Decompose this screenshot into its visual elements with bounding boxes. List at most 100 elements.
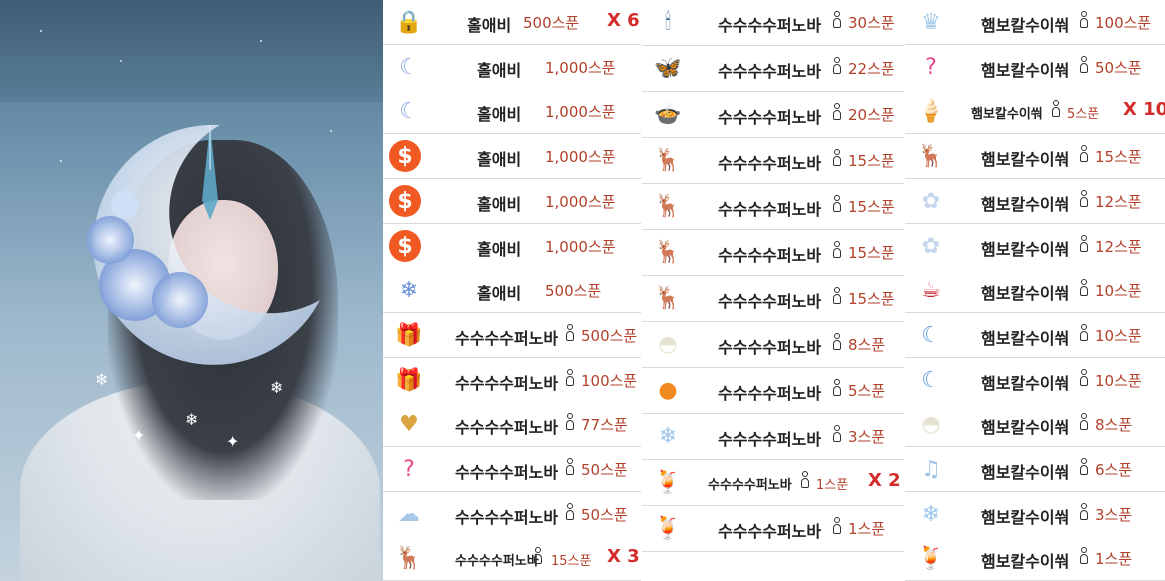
snowflake-icon: ❄ <box>270 378 284 397</box>
dumpling-icon: ◓ <box>658 331 678 357</box>
gift-row: 🕯 수수수수퍼노바 30스푼 <box>642 0 904 46</box>
sender-name: 수수수수퍼노바 <box>455 374 559 393</box>
user-icon <box>1079 413 1089 431</box>
sender-name: 수수수수퍼노바 <box>718 384 822 403</box>
sender-name: 홀애비 <box>477 61 522 80</box>
sender-name: 수수수수퍼노바 <box>455 329 559 348</box>
spoon-amount: 1,000스푼 <box>545 103 616 121</box>
question-mark-icon: ? <box>403 456 415 482</box>
user-icon <box>832 287 842 305</box>
spoon-amount: 12스푼 <box>1095 193 1142 211</box>
multiplier-badge: X 10 <box>1123 99 1165 120</box>
spoon-amount: 30스푼 <box>848 14 895 32</box>
gift-row: 🦌 햄보칼수이쒀 15스푼 <box>905 134 1165 179</box>
gift-row: ❄ 수수수수퍼노바 3스푼 <box>642 414 904 460</box>
multiplier-badge: X 3 <box>607 546 640 567</box>
spoon-amount: 15스푼 <box>848 152 895 170</box>
user-icon <box>832 149 842 167</box>
star-sparkle <box>60 160 62 162</box>
gift-row: ♥ 수수수수퍼노바 77스푼 <box>383 402 641 447</box>
gift-row: 🔒 홀애비 500스푼 X 6 <box>383 0 641 45</box>
gift-box-icon: 🎁 <box>395 322 423 348</box>
spoon-amount: 50스푼 <box>581 506 628 524</box>
gift-row: ☕ 햄보칼수이쒀 10스푼 <box>905 268 1165 313</box>
sender-name: 수수수수퍼노바 <box>718 62 822 81</box>
gift-row: 🍹 햄보칼수이쒀 1스푼 <box>905 536 1165 581</box>
spoon-amount: 10스푼 <box>1095 282 1142 300</box>
gift-row: ✿ 햄보칼수이쒀 12스푼 <box>905 224 1165 269</box>
sender-name: 수수수수퍼노바 <box>718 292 822 311</box>
spoon-amount: 1스푼 <box>1095 550 1133 568</box>
spoon-amount: 1,000스푼 <box>545 59 616 77</box>
sender-name: 햄보칼수이쒀 <box>971 107 1043 122</box>
spoon-coin-icon: $ <box>389 140 421 172</box>
spoon-amount: 15스푼 <box>848 244 895 262</box>
gift-row: $ 홀애비 1,000스푼 <box>383 179 641 224</box>
sender-name: 햄보칼수이쒀 <box>981 240 1070 259</box>
user-icon <box>832 11 842 29</box>
music-note-icon: ♫ <box>921 456 941 482</box>
sender-name: 수수수수퍼노바 <box>718 200 822 219</box>
spoon-amount: 1스푼 <box>848 520 886 538</box>
sender-name: 수수수수퍼노바 <box>455 418 559 437</box>
gift-row: ☾ 햄보칼수이쒀 10스푼 <box>905 313 1165 358</box>
user-icon <box>1079 503 1089 521</box>
spoon-amount: 6스푼 <box>1095 461 1133 479</box>
sender-name: 수수수수퍼노바 <box>455 554 539 569</box>
user-icon <box>832 333 842 351</box>
question-mark-icon: ? <box>925 54 937 80</box>
multiplier-badge: X 6 <box>607 10 640 31</box>
spoon-amount: 1,000스푼 <box>545 238 616 256</box>
snowflake-icon: ❄ <box>658 423 678 449</box>
gift-row: ❄ 햄보칼수이쒀 3스푼 <box>905 492 1165 537</box>
rose-icon: ✿ <box>921 188 941 214</box>
sender-name: 홀애비 <box>467 16 512 35</box>
gift-row: 🎁 수수수수퍼노바 500스푼 <box>383 313 641 358</box>
spoon-amount: 1,000스푼 <box>545 193 616 211</box>
gift-row: ♛ 햄보칼수이쒀 100스푼 <box>905 0 1165 45</box>
sender-name: 햄보칼수이쒀 <box>981 150 1070 169</box>
user-icon <box>565 503 575 521</box>
sender-name: 햄보칼수이쒀 <box>981 329 1070 348</box>
user-icon <box>1079 547 1089 565</box>
spoon-amount: 100스푼 <box>581 372 638 390</box>
golden-heart-icon: ♥ <box>399 411 419 437</box>
spoon-coin-icon: $ <box>389 185 421 217</box>
spoon-amount: 10스푼 <box>1095 327 1142 345</box>
user-icon <box>832 517 842 535</box>
user-icon <box>1079 458 1089 476</box>
gift-row: 🍹 수수수수퍼노바 1스푼 X 2 <box>642 460 904 506</box>
gift-row: 🦌 수수수수퍼노바 15스푼 <box>642 230 904 276</box>
spoon-amount: 5스푼 <box>848 382 886 400</box>
spoon-amount: 15스푼 <box>551 554 592 569</box>
sender-name: 햄보칼수이쒀 <box>981 374 1070 393</box>
heart-lock-icon: 🔒 <box>395 9 423 35</box>
photo-top-band <box>0 0 383 102</box>
user-icon <box>832 103 842 121</box>
sparkle-icon: ✦ <box>132 426 146 445</box>
sender-name: 수수수수퍼노바 <box>718 108 822 127</box>
user-icon <box>1079 369 1089 387</box>
sender-name: 햄보칼수이쒀 <box>981 61 1070 80</box>
deer-icon: 🦌 <box>654 239 682 265</box>
user-icon <box>533 547 543 565</box>
moon-flower-icon: ☾ <box>399 98 419 124</box>
gift-row: ❄ 홀애비 500스푼 <box>383 268 641 313</box>
spoon-amount: 3스푼 <box>1095 506 1133 524</box>
spoon-amount: 15스푼 <box>1095 148 1142 166</box>
spoon-amount: 15스푼 <box>848 290 895 308</box>
snowflake-icon: ❄ <box>185 410 199 429</box>
gift-row: $ 홀애비 1,000스푼 <box>383 134 641 179</box>
user-icon <box>1079 235 1089 253</box>
sender-name: 수수수수퍼노바 <box>455 463 559 482</box>
spoon-amount: 50스푼 <box>581 461 628 479</box>
gift-row: 🍦 햄보칼수이쒀 5스푼 X 10 <box>905 89 1165 134</box>
gift-row: ☾ 햄보칼수이쒀 10스푼 <box>905 358 1165 403</box>
spoon-amount: 500스푼 <box>581 327 638 345</box>
crown-icon: ♛ <box>921 9 941 35</box>
sender-name: 홀애비 <box>477 105 522 124</box>
sender-name: 햄보칼수이쒀 <box>981 508 1070 527</box>
sender-name: 수수수수퍼노바 <box>718 338 822 357</box>
sender-name: 수수수수퍼노바 <box>718 522 822 541</box>
crescent-moon-icon <box>86 124 320 365</box>
